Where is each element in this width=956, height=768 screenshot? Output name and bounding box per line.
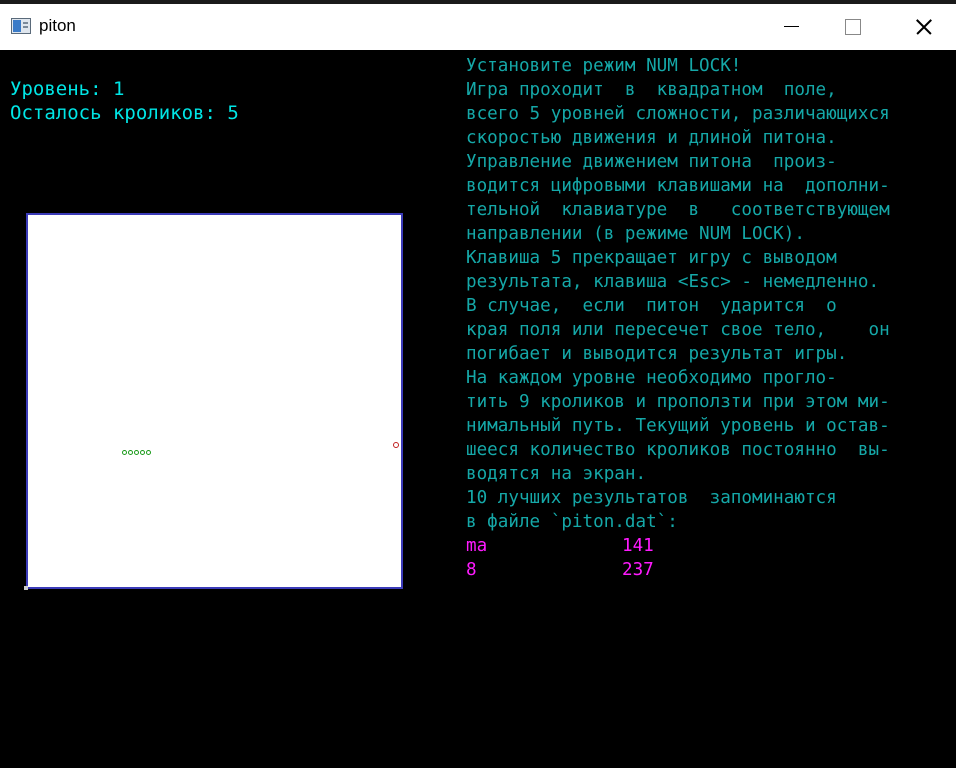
help-line: Игра проходит в квадратном поле, — [466, 80, 837, 100]
help-line: На каждом уровне необходимо прогло- — [466, 368, 837, 388]
score-value: 237 — [622, 560, 654, 580]
console-app-icon — [11, 18, 31, 34]
instructions-text: Установите режим NUM LOCK! Игра проходит… — [466, 54, 952, 534]
help-line: 10 лучших результатов запоминаются — [466, 488, 837, 508]
score-player: ma — [466, 536, 488, 556]
help-line: всего 5 уровней сложности, различающихся — [466, 104, 890, 124]
snake-segment — [122, 450, 127, 455]
game-field[interactable] — [26, 213, 403, 589]
help-line: тить 9 кроликов и проползти при этом ми- — [466, 392, 890, 412]
snake-segment — [134, 450, 139, 455]
snake-segment — [140, 450, 145, 455]
help-line: Управление движением питона произ- — [466, 152, 837, 172]
help-line: В случае, если питон ударится о — [466, 296, 837, 316]
help-line: направлении (в режиме NUM LOCK). — [466, 224, 805, 244]
help-line: тельной клавиатуре в соответствующем — [466, 200, 890, 220]
rabbit — [393, 442, 399, 448]
help-line: Установите режим NUM LOCK! — [466, 56, 742, 76]
level-indicator: Уровень: 1 — [10, 78, 125, 100]
score-row: 8 237 — [466, 558, 766, 582]
snake-head — [146, 450, 151, 455]
help-line: края поля или пересечет свое тело, он — [466, 320, 890, 340]
window-title: piton — [39, 16, 76, 35]
help-line: водятся на экран. — [466, 464, 647, 484]
score-row: ma 141 — [466, 534, 766, 558]
field-corner-marker — [24, 586, 28, 590]
help-line: водится цифровыми клавишами на дополни- — [466, 176, 890, 196]
help-line: погибает и выводится результат игры. — [466, 344, 848, 364]
help-line: в файле `piton.dat`: — [466, 512, 678, 532]
minimize-button[interactable] — [769, 4, 815, 50]
rabbits-remaining: Осталось кроликов: 5 — [10, 102, 239, 124]
high-scores-list: ma 141 8 237 — [466, 534, 766, 582]
help-line: Клавиша 5 прекращает игру с выводом — [466, 248, 837, 268]
help-line: нимальный путь. Текущий уровень и остав- — [466, 416, 890, 436]
score-value: 141 — [622, 536, 654, 556]
window-titlebar[interactable]: piton — [0, 0, 956, 50]
help-line: шееся количество кроликов постоянно вы- — [466, 440, 890, 460]
help-line: результата, клавиша <Esc> - немедленно. — [466, 272, 880, 292]
snake-segment — [128, 450, 133, 455]
help-line: скоростью движения и длиной питона. — [466, 128, 837, 148]
score-player: 8 — [466, 560, 477, 580]
maximize-button[interactable] — [829, 4, 875, 50]
close-button[interactable] — [900, 4, 946, 50]
